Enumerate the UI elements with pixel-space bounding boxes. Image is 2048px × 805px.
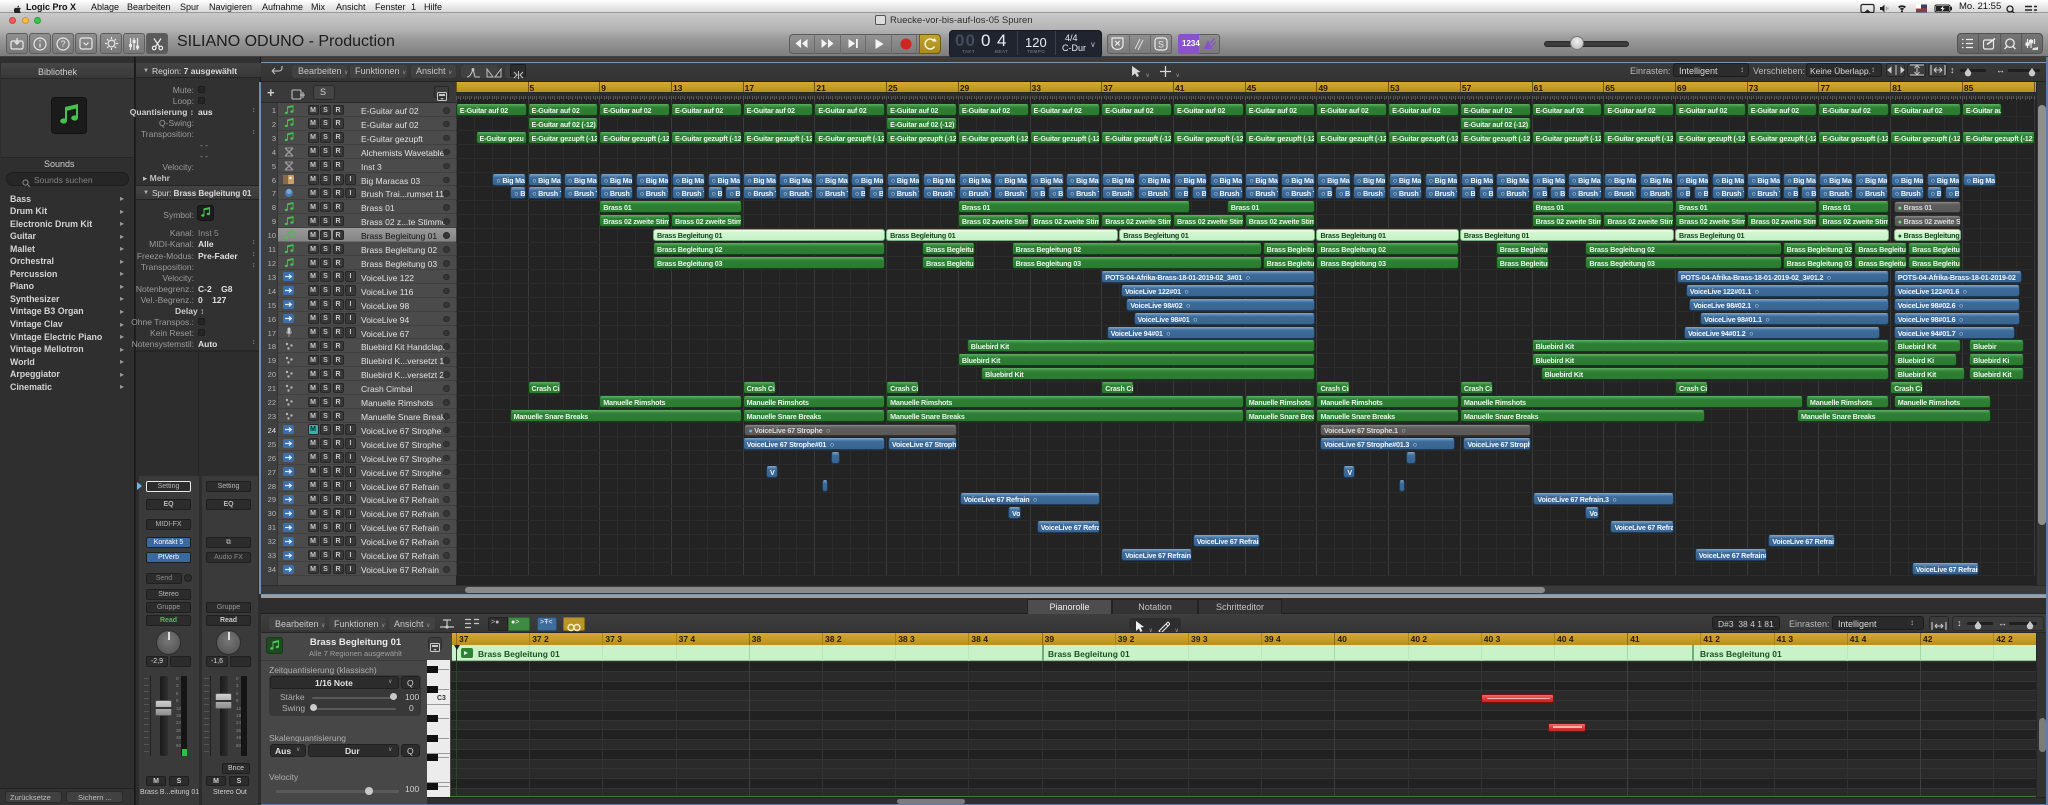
svg-text:S: S — [1158, 39, 1164, 49]
svg-text:?: ? — [60, 39, 65, 49]
